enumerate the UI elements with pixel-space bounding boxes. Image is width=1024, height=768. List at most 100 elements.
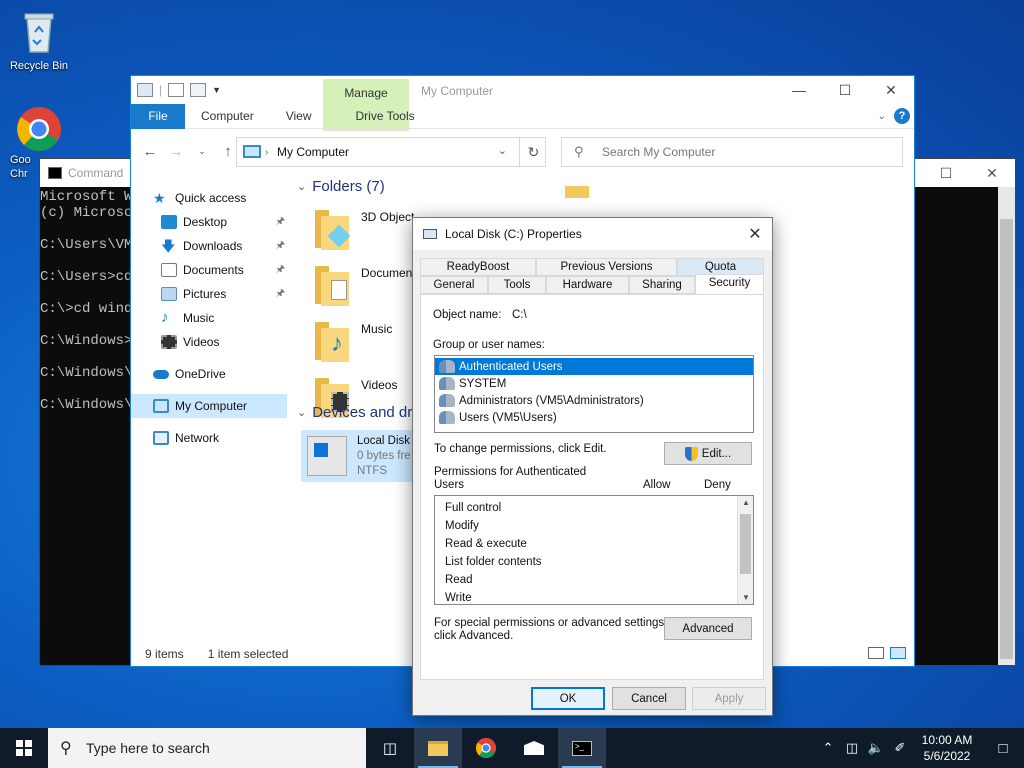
apply-button[interactable]: Apply bbox=[692, 687, 766, 710]
pen-icon[interactable]: ✐ bbox=[888, 740, 912, 756]
search-icon: ⚲ bbox=[60, 740, 72, 757]
new-folder-icon[interactable] bbox=[190, 83, 207, 97]
notifications-icon[interactable]: □ bbox=[982, 740, 1024, 757]
local-disk-c-item[interactable]: Local Disk 0 bytes fre NTFS bbox=[301, 430, 421, 482]
nav-quick-access[interactable]: ★ Quick access bbox=[131, 186, 287, 210]
properties-icon[interactable] bbox=[168, 83, 185, 97]
devices-group-header[interactable]: ⌄ Devices and dri bbox=[297, 404, 416, 421]
task-view-button[interactable]: ◫ bbox=[366, 728, 414, 768]
tab-tools[interactable]: Tools bbox=[488, 276, 546, 294]
ribbon-tab-file[interactable]: File bbox=[131, 103, 185, 129]
collapse-chevron-icon[interactable]: ⌄ bbox=[297, 180, 306, 193]
permissions-scrollbar[interactable]: ▲ ▼ bbox=[737, 496, 753, 604]
network-icon[interactable]: ◫ bbox=[840, 740, 864, 756]
user-item[interactable]: Authenticated Users bbox=[435, 358, 753, 375]
edit-button[interactable]: Edit... bbox=[664, 442, 752, 465]
explorer-maximize-button[interactable]: ☐ bbox=[822, 76, 868, 104]
chrome-desktop-icon[interactable]: Goo Chr bbox=[0, 105, 78, 180]
cmd-scrollbar[interactable] bbox=[998, 187, 1015, 665]
taskbar-search-box[interactable]: ⚲ Type here to search bbox=[48, 728, 366, 768]
cmd-maximize-button[interactable]: ☐ bbox=[923, 159, 969, 187]
nav-onedrive[interactable]: OneDrive bbox=[131, 362, 287, 386]
advanced-button[interactable]: Advanced bbox=[664, 617, 752, 640]
scroll-up-icon[interactable]: ▲ bbox=[738, 498, 753, 507]
explorer-close-button[interactable]: ✕ bbox=[868, 76, 914, 104]
user-item[interactable]: SYSTEM bbox=[435, 375, 753, 392]
address-bar[interactable]: › My Computer ⌄ bbox=[236, 137, 546, 167]
chrome-icon bbox=[475, 737, 497, 759]
show-hidden-icons-chevron[interactable]: ⌃ bbox=[816, 740, 840, 756]
cmd-taskbar-button[interactable]: >_ bbox=[558, 728, 606, 768]
dialog-titlebar[interactable]: Local Disk (C:) Properties ✕ bbox=[413, 218, 772, 250]
nav-my-computer[interactable]: My Computer bbox=[131, 394, 287, 418]
scroll-down-icon[interactable]: ▼ bbox=[738, 593, 753, 602]
collapse-chevron-icon[interactable]: ⌄ bbox=[297, 406, 306, 419]
recycle-bin-label: Recycle Bin bbox=[9, 60, 69, 72]
nav-pictures[interactable]: Pictures 🖈 bbox=[131, 282, 287, 306]
permission-row: Full control bbox=[445, 502, 502, 514]
folder-label: 3D Object bbox=[361, 210, 415, 224]
permissions-label-line1: Permissions for Authenticated bbox=[434, 466, 587, 478]
users-icon bbox=[439, 411, 455, 424]
tab-general[interactable]: General bbox=[420, 276, 488, 294]
recent-locations-button[interactable]: ⌄ bbox=[191, 146, 213, 157]
tab-sharing[interactable]: Sharing bbox=[629, 276, 695, 294]
user-item[interactable]: Administrators (VM5\Administrators) bbox=[435, 392, 753, 409]
nav-videos[interactable]: Videos bbox=[131, 330, 287, 354]
taskbar: ⚲ Type here to search ◫ >_ ⌃ ◫ 🔈 ✐ 10:00… bbox=[0, 728, 1024, 768]
large-icons-view-button[interactable] bbox=[890, 647, 906, 659]
pin-icon: 🖈 bbox=[275, 215, 285, 227]
desktop-icon bbox=[161, 215, 177, 229]
address-dropdown-icon[interactable]: ⌄ bbox=[498, 144, 507, 157]
permissions-list[interactable]: Full control Modify Read & execute List … bbox=[434, 495, 754, 605]
nav-desktop[interactable]: Desktop 🖈 bbox=[131, 210, 287, 234]
search-input[interactable]: ⚲ Search My Computer bbox=[561, 137, 903, 167]
mail-taskbar-button[interactable] bbox=[510, 728, 558, 768]
expand-ribbon-icon[interactable]: ⌄ bbox=[878, 111, 886, 122]
nav-documents[interactable]: Documents 🖈 bbox=[131, 258, 287, 282]
customize-qat-icon[interactable]: ▼ bbox=[212, 85, 221, 95]
cmd-scroll-thumb[interactable] bbox=[1000, 219, 1013, 659]
folders-group-header[interactable]: ⌄ Folders (7) bbox=[297, 178, 911, 195]
breadcrumb-chevron-icon[interactable]: › bbox=[265, 147, 268, 158]
mail-icon bbox=[524, 741, 544, 755]
desktop-folder-icon[interactable] bbox=[565, 186, 589, 198]
ribbon-tab-view[interactable]: View bbox=[270, 109, 328, 123]
ribbon-tab-computer[interactable]: Computer bbox=[185, 109, 270, 123]
clock[interactable]: 10:00 AM 5/6/2022 bbox=[912, 732, 982, 764]
explorer-minimize-button[interactable]: — bbox=[776, 76, 822, 104]
tab-readyboost[interactable]: ReadyBoost bbox=[420, 258, 536, 276]
dialog-close-button[interactable]: ✕ bbox=[738, 218, 772, 250]
nav-music[interactable]: ♪ Music bbox=[131, 306, 287, 330]
volume-icon[interactable]: 🔈 bbox=[864, 740, 888, 756]
explorer-titlebar[interactable]: | ▼ Manage My Computer — ☐ ✕ bbox=[131, 76, 914, 104]
pin-icon: 🖈 bbox=[275, 239, 285, 251]
cancel-button[interactable]: Cancel bbox=[612, 687, 686, 710]
back-button[interactable]: ← bbox=[139, 143, 161, 160]
cmd-close-button[interactable]: ✕ bbox=[969, 159, 1015, 187]
pin-icon: 🖈 bbox=[275, 287, 285, 299]
terminal-icon: >_ bbox=[572, 740, 592, 756]
permissions-scroll-thumb[interactable] bbox=[740, 514, 751, 574]
cmd-app-icon bbox=[48, 167, 62, 179]
refresh-button[interactable]: ↻ bbox=[519, 137, 547, 167]
ok-button[interactable]: OK bbox=[531, 687, 605, 710]
file-explorer-taskbar-button[interactable] bbox=[414, 728, 462, 768]
tab-previous-versions[interactable]: Previous Versions bbox=[536, 258, 677, 276]
recycle-bin-icon[interactable]: Recycle Bin bbox=[0, 8, 78, 72]
properties-dialog[interactable]: Local Disk (C:) Properties ✕ ReadyBoost … bbox=[412, 217, 773, 716]
details-view-button[interactable] bbox=[868, 647, 884, 659]
explorer-title: My Computer bbox=[421, 84, 494, 98]
manage-tab[interactable]: Manage bbox=[323, 86, 409, 100]
nav-network[interactable]: Network bbox=[131, 426, 287, 450]
forward-button[interactable]: → bbox=[165, 143, 187, 160]
user-list[interactable]: Authenticated Users SYSTEM Administrator… bbox=[434, 355, 754, 433]
chrome-taskbar-button[interactable] bbox=[462, 728, 510, 768]
start-button[interactable] bbox=[0, 728, 48, 768]
user-item[interactable]: Users (VM5\Users) bbox=[435, 409, 753, 426]
help-icon[interactable]: ? bbox=[894, 108, 910, 124]
ribbon-tab-drive-tools[interactable]: Drive Tools bbox=[327, 109, 430, 123]
tab-hardware[interactable]: Hardware bbox=[546, 276, 629, 294]
nav-downloads[interactable]: 🡇 Downloads 🖈 bbox=[131, 234, 287, 258]
tab-security[interactable]: Security bbox=[695, 274, 764, 294]
